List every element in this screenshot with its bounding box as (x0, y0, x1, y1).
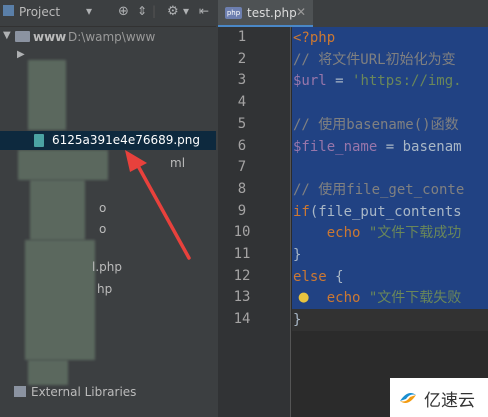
code-token: (file_put_contents (309, 203, 462, 220)
watermark-text: 亿速云 (424, 391, 475, 411)
watermark-logo-icon (400, 393, 416, 403)
line-number: 9 (237, 202, 247, 219)
line-number: 2 (237, 50, 247, 67)
line-number: 7 (237, 159, 247, 176)
tab-test-php[interactable]: php test.php ✕ (218, 0, 313, 27)
editor-tab-bar: php test.php ✕ (218, 0, 488, 28)
annotation-arrow (125, 150, 191, 260)
line-number: 4 (237, 94, 247, 111)
code-line[interactable]: echo "文件下载成功 (293, 222, 462, 244)
code-token: else (293, 268, 327, 285)
line-number: 6 (237, 137, 247, 154)
code-token: "文件下载失败 (368, 290, 462, 307)
code-token: if (293, 203, 310, 220)
code-line[interactable]: if(file_put_contents (293, 201, 462, 223)
code-token: // 将文件URL初始化为变 (293, 51, 456, 68)
line-number: 5 (237, 115, 247, 132)
code-line[interactable]: $url = 'https://img. (293, 70, 462, 92)
line-number: 12 (233, 267, 251, 284)
tab-label: test.php (247, 6, 297, 20)
line-highlight (292, 157, 488, 180)
line-number: 14 (233, 311, 251, 328)
code-line[interactable]: <?php (293, 27, 335, 49)
code-line[interactable]: } (293, 244, 301, 266)
tab-close-icon[interactable]: ✕ (296, 5, 306, 19)
code-token: } (293, 312, 302, 329)
code-line[interactable]: else { (293, 266, 344, 288)
line-highlight (292, 92, 488, 115)
code-token: $file_name (293, 138, 378, 155)
line-number: 10 (233, 224, 251, 241)
line-number: 11 (233, 246, 251, 262)
line-number: 1 (237, 29, 247, 45)
code-token: 'https://img. (352, 73, 462, 90)
line-highlight (292, 309, 488, 332)
line-number: 8 (237, 180, 247, 197)
project-panel: Project ▾ ⊕ ⇕ | ⚙ ▾ ⇤ ▼ www D:\wamp\www … (0, 0, 216, 417)
code-token: = (326, 73, 353, 90)
code-line[interactable]: // 将文件URL初始化为变 (293, 49, 456, 71)
code-line[interactable]: echo "文件下载失败 (293, 287, 462, 309)
code-line[interactable]: $file_name = basenam (293, 136, 462, 158)
code-token: // 使用file_get_conte (293, 181, 465, 198)
code-line[interactable]: } (293, 309, 301, 331)
code-token: $url (293, 73, 327, 90)
code-token: // 使用basename()函数 (293, 116, 459, 133)
editor-panel: php test.php ✕ 1 <?php 2 // 将文件URL初始化为变 3 $ur… (218, 0, 488, 417)
php-file-icon: php (225, 7, 242, 19)
code-token: { (326, 268, 344, 285)
line-number: 3 (237, 72, 247, 89)
code-token: echo (293, 225, 369, 242)
line-highlight (292, 244, 488, 266)
lightbulb-icon[interactable]: ● (298, 290, 309, 305)
code-token: = basenam (377, 138, 462, 155)
watermark: 亿速云 (390, 378, 488, 417)
code-token: <?php (293, 30, 336, 46)
code-line[interactable]: // 使用file_get_conte (293, 179, 464, 201)
code-line[interactable]: // 使用basename()函数 (293, 114, 459, 136)
code-token: "文件下载成功 (368, 225, 462, 242)
code-token: } (293, 247, 302, 263)
line-number: 13 (233, 289, 251, 306)
